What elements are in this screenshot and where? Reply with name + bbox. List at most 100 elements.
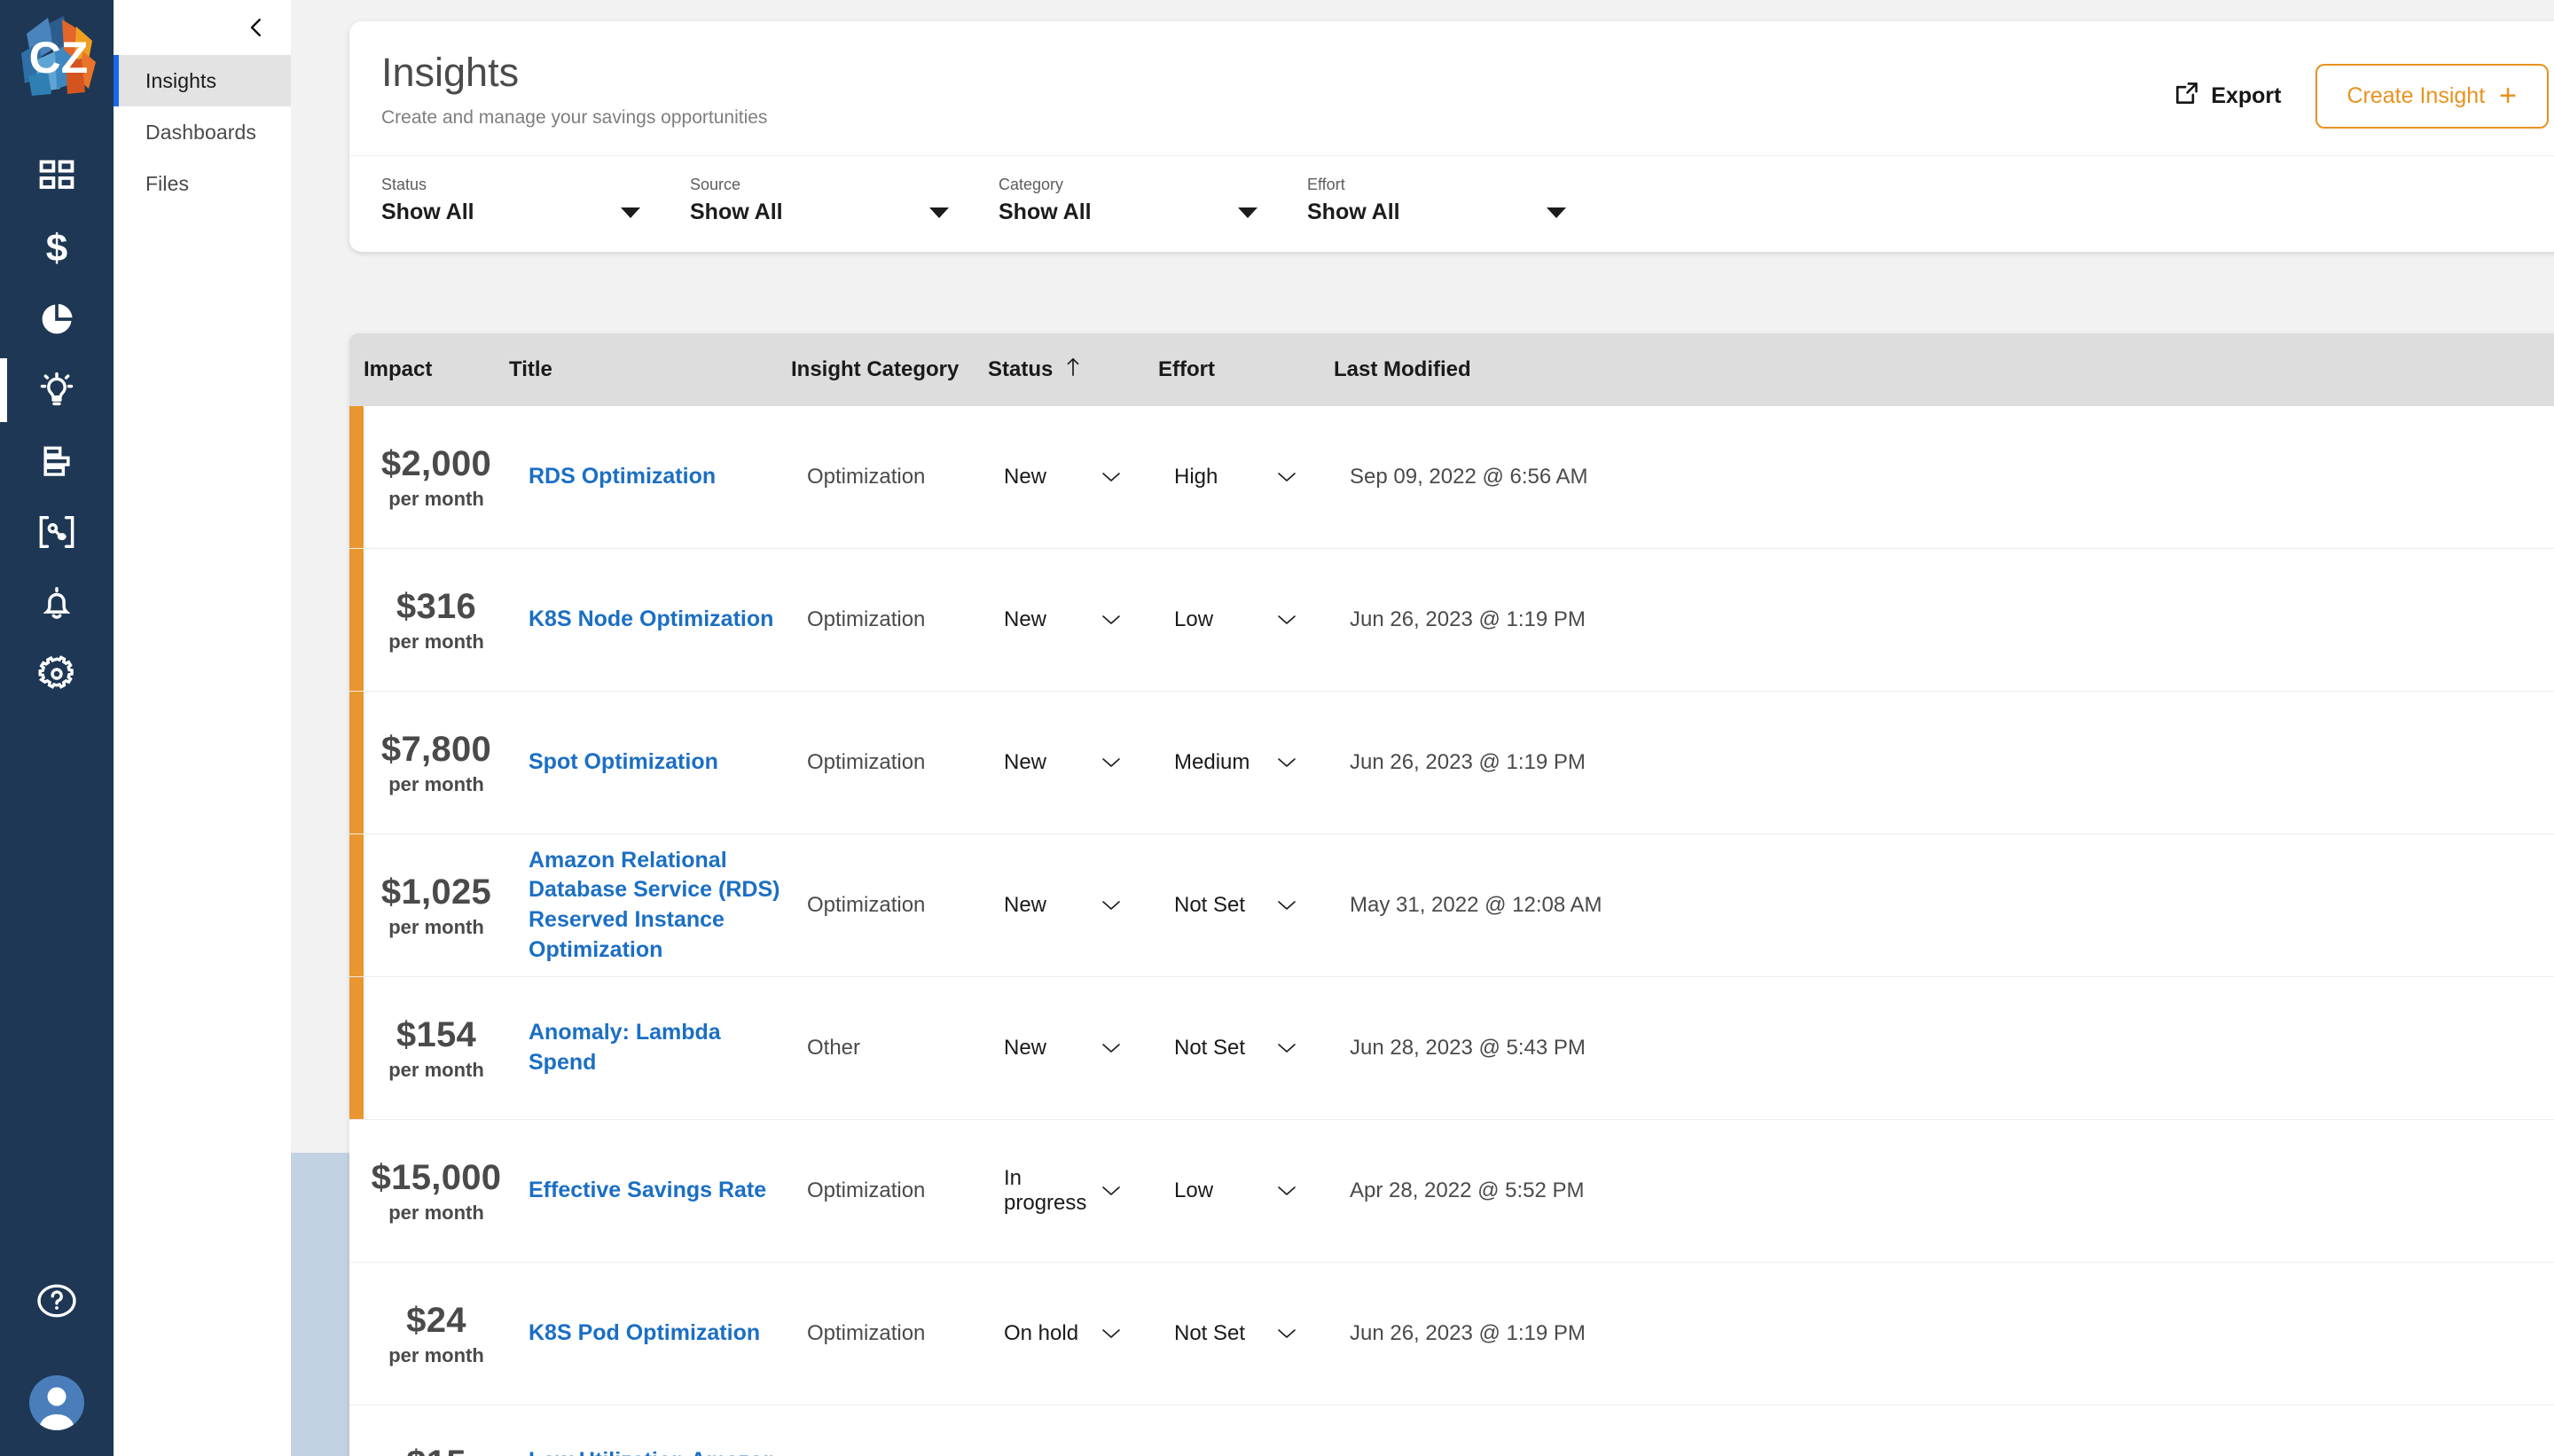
filter-effort[interactable]: Effort Show All xyxy=(1307,176,1616,225)
cell-impact: $316 per month xyxy=(364,587,509,654)
filter-source-value: Show All xyxy=(690,200,783,225)
svg-text:$: $ xyxy=(46,228,67,269)
sidebar-item-explorer[interactable] xyxy=(0,497,114,568)
column-header-status[interactable]: Status xyxy=(988,356,1158,385)
status-dropdown[interactable]: New xyxy=(988,607,1158,632)
cell-impact: $154 per month xyxy=(364,1015,509,1082)
sidebar-item-budgets[interactable] xyxy=(0,426,114,497)
gear-icon xyxy=(36,654,77,694)
chevron-down-icon[interactable] xyxy=(1238,207,1257,218)
table-row[interactable]: $24 per month K8S Pod Optimization Optimiza… xyxy=(349,1263,2554,1405)
main-content: Insights Create and manage your savings … xyxy=(291,0,2554,1456)
column-header-category[interactable]: Insight Category xyxy=(791,357,988,382)
effort-dropdown[interactable]: Not Set xyxy=(1158,1036,1334,1061)
column-header-effort[interactable]: Effort xyxy=(1158,357,1334,382)
effort-dropdown[interactable]: Low xyxy=(1158,1178,1334,1203)
insight-title-link[interactable]: Low Utilization Amazon EC2 Instances xyxy=(529,1446,791,1456)
insight-title-link[interactable]: Amazon Relational Database Service (RDS)… xyxy=(529,846,791,966)
table-row[interactable]: $7,800 per month Spot Optimization Optimiza… xyxy=(349,692,2554,834)
cell-category: Optimization xyxy=(807,1321,926,1345)
chevron-left-icon[interactable] xyxy=(241,12,271,43)
sidebar-item-reports[interactable] xyxy=(0,284,114,355)
filter-status[interactable]: Status Show All xyxy=(381,176,690,225)
table-row[interactable]: $316 per month K8S Node Optimization Optimi… xyxy=(349,549,2554,692)
chevron-down-icon[interactable] xyxy=(1547,207,1566,218)
status-value: In progress xyxy=(1004,1166,1087,1215)
status-dropdown[interactable]: New xyxy=(988,1036,1158,1061)
cz-logo[interactable]: CZ xyxy=(9,7,108,105)
cell-impact: $7,800 per month xyxy=(364,730,509,796)
sidebar-item-cost[interactable]: $ xyxy=(0,213,114,284)
sidebar-item-help[interactable] xyxy=(0,1252,114,1350)
arrow-up-icon xyxy=(1063,356,1083,385)
effort-dropdown[interactable]: Not Set xyxy=(1158,893,1334,918)
sidebar-item-files-link[interactable]: Files xyxy=(114,158,291,209)
sidebar-item-settings[interactable] xyxy=(0,638,114,709)
effort-value: High xyxy=(1174,465,1218,489)
chevron-down-icon[interactable] xyxy=(929,207,949,218)
insight-title-link[interactable]: Spot Optimization xyxy=(529,748,718,778)
dollar-icon: $ xyxy=(37,228,76,269)
cell-title: Effective Savings Rate xyxy=(509,1176,791,1206)
status-value: New xyxy=(1004,607,1047,631)
chevron-down-icon xyxy=(1275,613,1298,627)
column-header-modified[interactable]: Last Modified xyxy=(1334,357,1688,382)
create-insight-button[interactable]: Create Insight + xyxy=(2315,64,2549,129)
filter-source[interactable]: Source Show All xyxy=(690,176,999,225)
chevron-down-icon[interactable] xyxy=(621,207,640,218)
status-dropdown[interactable]: New xyxy=(988,750,1158,775)
table-row[interactable]: $1,025 per month Amazon Relational Databas… xyxy=(349,834,2554,977)
filter-category-value: Show All xyxy=(999,200,1092,225)
insight-title-link[interactable]: K8S Node Optimization xyxy=(529,605,773,635)
filter-effort-label: Effort xyxy=(1307,176,1345,194)
cell-title: Spot Optimization xyxy=(509,748,791,778)
sidebar-item-notifications[interactable] xyxy=(0,568,114,638)
status-dropdown[interactable]: New xyxy=(988,465,1158,489)
effort-value: Not Set xyxy=(1174,1321,1246,1345)
table-row[interactable]: $15,000 per month Effective Savings Rate Op… xyxy=(349,1120,2554,1263)
filter-status-value: Show All xyxy=(381,200,474,225)
secondary-nav: Insights Dashboards Files xyxy=(114,0,291,1456)
chevron-down-icon xyxy=(1100,755,1123,770)
account-avatar-button[interactable] xyxy=(0,1350,114,1456)
page-subtitle: Create and manage your savings opportuni… xyxy=(381,107,768,129)
column-header-title[interactable]: Title xyxy=(509,357,791,382)
cell-title: Amazon Relational Database Service (RDS)… xyxy=(509,846,791,966)
effort-dropdown[interactable]: Not Set xyxy=(1158,1321,1334,1346)
effort-dropdown[interactable]: High xyxy=(1158,465,1334,489)
status-dropdown[interactable]: New xyxy=(988,893,1158,918)
cell-category: Optimization xyxy=(807,1178,926,1202)
page-heading-group: Insights Create and manage your savings … xyxy=(381,51,767,129)
insight-title-link[interactable]: Effective Savings Rate xyxy=(529,1176,766,1206)
table-row[interactable]: $2,000 per month RDS Optimization Optimizat… xyxy=(349,406,2554,549)
sidebar-item-dashboard[interactable] xyxy=(0,142,114,213)
table-row[interactable]: $15per month Low Utilization Amazon EC2 I… xyxy=(349,1405,2554,1456)
dashboard-grid-icon xyxy=(37,158,76,197)
sidebar-item-insights-link[interactable]: Insights xyxy=(114,55,291,106)
effort-value: Not Set xyxy=(1174,1036,1246,1060)
status-dropdown[interactable]: On hold xyxy=(988,1321,1158,1346)
impact-amount: $316 xyxy=(396,586,477,626)
sidebar-item-dashboards-link[interactable]: Dashboards xyxy=(114,106,291,158)
status-dropdown[interactable]: In progress xyxy=(988,1166,1158,1216)
cell-last-modified: Apr 28, 2022 @ 5:52 PM xyxy=(1350,1178,1585,1202)
column-header-impact[interactable]: Impact xyxy=(364,357,509,382)
effort-dropdown[interactable]: Medium xyxy=(1158,750,1334,775)
impact-period: per month xyxy=(388,1201,484,1224)
cell-category: Optimization xyxy=(807,893,926,917)
filter-category[interactable]: Category Show All xyxy=(999,176,1307,225)
insight-title-link[interactable]: K8S Pod Optimization xyxy=(529,1319,760,1349)
insight-title-link[interactable]: Anomaly: Lambda Spend xyxy=(529,1018,791,1078)
sidebar-item-insights[interactable] xyxy=(0,355,114,426)
cell-category: Optimization xyxy=(807,750,926,774)
export-button[interactable]: Export xyxy=(2174,80,2282,113)
insight-title-link[interactable]: RDS Optimization xyxy=(529,462,716,492)
export-label: Export xyxy=(2211,83,2282,108)
filter-bar: Status Show All Source Show All Category xyxy=(349,156,2554,252)
impact-flag-bar xyxy=(349,692,364,834)
insights-table: Impact Title Insight Category Status Eff… xyxy=(349,333,2554,1456)
cell-category: Other xyxy=(807,1036,861,1060)
effort-dropdown[interactable]: Low xyxy=(1158,607,1334,632)
table-row[interactable]: $154 per month Anomaly: Lambda Spend Other N… xyxy=(349,977,2554,1120)
bar-chart-icon xyxy=(37,442,76,481)
